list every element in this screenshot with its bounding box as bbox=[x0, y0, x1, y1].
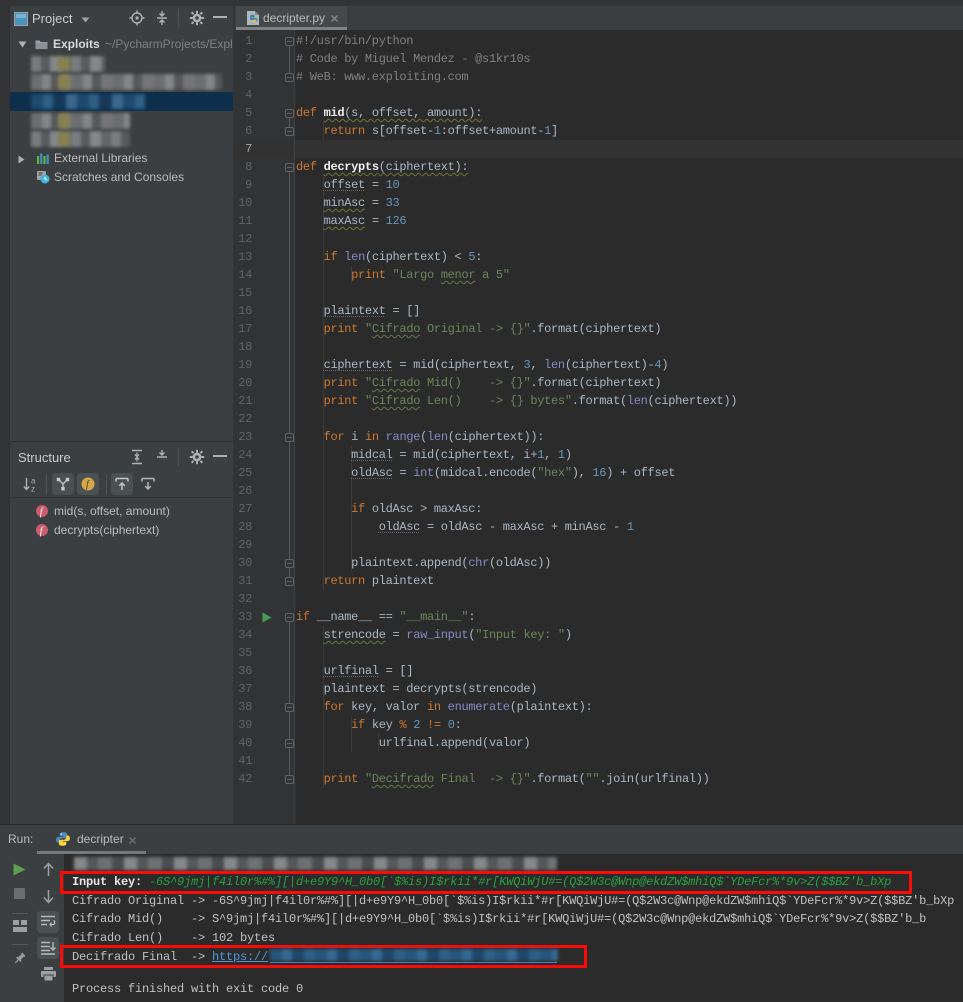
svg-text:z: z bbox=[31, 485, 35, 494]
